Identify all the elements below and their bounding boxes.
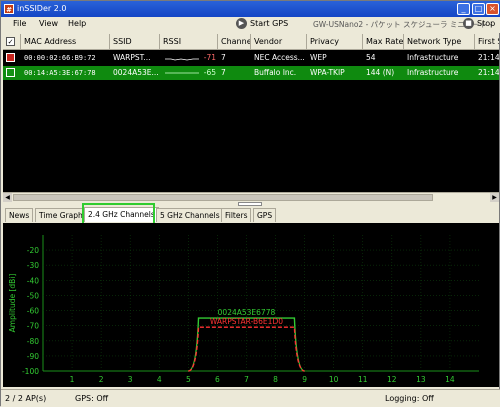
cell-channel: 7	[221, 53, 226, 62]
x-tick-label: 5	[186, 375, 191, 384]
scroll-thumb[interactable]	[13, 194, 433, 201]
channel-chart: -20 -30 -40 -50 -60 -70 -80 -90 -100 1 2 3 4 5 6 7 8 9 10 1…	[3, 223, 499, 387]
cell-mac: 00:00:02:66:B9:72	[24, 54, 96, 62]
rssi-trend-line	[165, 72, 199, 74]
column-header-mac[interactable]: MAC Address	[21, 34, 110, 50]
cell-vendor: Buffalo Inc.	[254, 68, 297, 77]
cell-max-rate: 54	[366, 53, 376, 62]
table-row[interactable]: 00:00:02:66:B9:72 WARPST... -71 7 NEC Ac…	[3, 51, 499, 65]
y-tick-label: -80	[27, 337, 39, 346]
x-tick-label: 14	[445, 375, 455, 384]
column-header-network-type[interactable]: Network Type	[404, 34, 475, 50]
y-tick-label: -30	[27, 261, 39, 270]
y-tick-label: -60	[27, 307, 39, 316]
minimize-button[interactable]: _	[457, 3, 470, 15]
y-tick-label: -90	[27, 352, 39, 361]
menu-view[interactable]: View	[39, 19, 58, 28]
cell-vendor: NEC Access...	[254, 53, 305, 62]
y-tick-label: -40	[27, 276, 39, 285]
network-table: ✓ MAC Address SSID RSSI Channel Vendor P…	[3, 34, 499, 192]
start-gps-button[interactable]: ▶ Start GPS	[236, 18, 288, 29]
x-tick-label: 1	[70, 375, 75, 384]
title-bar: # inSSIDer 2.0 _ □ ×	[1, 1, 500, 17]
x-tick-label: 13	[416, 375, 426, 384]
cell-max-rate: 144 (N)	[366, 68, 395, 77]
stop-button[interactable]: ■ Stop	[463, 18, 495, 29]
status-bar: 2 / 2 AP(s) GPS: Off Logging: Off	[1, 389, 500, 407]
rssi-sparkline	[160, 51, 202, 65]
row-checkbox[interactable]	[6, 53, 15, 62]
x-tick-label: 4	[157, 375, 162, 384]
x-tick-label: 7	[244, 375, 249, 384]
app-window: # inSSIDer 2.0 _ □ × File View Help ▶ St…	[0, 0, 500, 407]
column-header-privacy[interactable]: Privacy	[307, 34, 363, 50]
table-row[interactable]: 00:14:A5:3E:67:78 0024A53E... -65 7 Buff…	[3, 66, 499, 80]
cell-network-type: Infrastructure	[407, 68, 459, 77]
cell-network-type: Infrastructure	[407, 53, 459, 62]
start-gps-label: Start GPS	[250, 19, 289, 28]
y-tick-label: -70	[27, 322, 39, 331]
x-tick-label: 10	[329, 375, 339, 384]
menu-file[interactable]: File	[13, 19, 26, 28]
gps-status: GPS: Off	[75, 394, 109, 403]
window-title: inSSIDer 2.0	[17, 4, 67, 13]
tab-time-graph[interactable]: Time Graph	[35, 208, 87, 222]
stop-icon: ■	[463, 18, 474, 29]
column-header-vendor[interactable]: Vendor	[251, 34, 307, 50]
panel-splitter-handle[interactable]	[238, 202, 262, 206]
x-tick-label: 6	[215, 375, 220, 384]
cell-mac: 00:14:A5:3E:67:78	[24, 69, 96, 77]
cell-first-seen: 21:14:5	[478, 53, 499, 62]
x-tick-label: 12	[387, 375, 397, 384]
column-header-channel[interactable]: Channel	[218, 34, 251, 50]
logging-status: Logging: Off	[385, 394, 434, 403]
x-tick-label: 2	[99, 375, 104, 384]
rssi-sparkline	[160, 66, 202, 80]
cell-channel: 7	[221, 68, 226, 77]
stop-label: Stop	[477, 19, 496, 28]
x-tick-label: 3	[128, 375, 133, 384]
column-header-first-seen[interactable]: First Se	[475, 34, 499, 50]
x-tick-label: 11	[358, 375, 368, 384]
cell-rssi: -71	[203, 53, 216, 62]
app-icon: #	[4, 4, 14, 14]
horizontal-scrollbar[interactable]: ◀ ▶	[3, 192, 499, 202]
y-tick-label: -50	[27, 291, 39, 300]
select-all-checkbox[interactable]: ✓	[6, 37, 15, 46]
cell-first-seen: 21:14:5	[478, 68, 499, 77]
channel-chart-svg: -20-30-40-50-60-70-80-90-1001 2 3 4 5 6 7 8 9 10 1…	[8, 235, 479, 384]
select-all-column[interactable]: ✓	[3, 34, 21, 50]
menu-help[interactable]: Help	[68, 19, 86, 28]
column-header-ssid[interactable]: SSID	[110, 34, 160, 50]
y-tick-label: -100	[22, 367, 39, 376]
column-header-rssi[interactable]: RSSI	[160, 34, 218, 50]
series-label-1: WARPSTAR-B6E1D0	[210, 317, 283, 326]
cell-ssid: WARPST...	[113, 53, 151, 62]
tab-filters[interactable]: Filters	[221, 208, 252, 222]
scroll-left-icon[interactable]: ◀	[3, 193, 12, 202]
tab-5-ghz-channels[interactable]: 5 GHz Channels	[156, 208, 224, 222]
play-icon: ▶	[236, 18, 247, 29]
maximize-button[interactable]: □	[472, 3, 485, 15]
y-tick-label: -20	[27, 246, 39, 255]
series-label-0: 0024A53E6778	[218, 308, 276, 317]
x-tick-label: 9	[302, 375, 307, 384]
tab-news[interactable]: News	[5, 208, 34, 222]
x-tick-label: 8	[273, 375, 278, 384]
row-checkbox[interactable]	[6, 68, 15, 77]
tab-gps[interactable]: GPS	[253, 208, 277, 222]
tab-bar: News Time Graph 2.4 GHz Channels 5 GHz C…	[3, 207, 499, 222]
cell-privacy: WEP	[310, 53, 327, 62]
cell-rssi: -65	[203, 68, 216, 77]
cell-ssid: 0024A53E...	[113, 68, 159, 77]
menu-bar: File View Help ▶ Start GPS GW-USNano2 - …	[1, 17, 500, 33]
y-axis-label: Amplitude [dBi]	[8, 274, 17, 333]
rssi-trend-line	[165, 58, 199, 61]
ap-count: 2 / 2 AP(s)	[5, 394, 47, 403]
close-button[interactable]: ×	[486, 3, 499, 15]
column-header-max-rate[interactable]: Max Rate	[363, 34, 404, 50]
scroll-right-icon[interactable]: ▶	[490, 193, 499, 202]
table-header: ✓ MAC Address SSID RSSI Channel Vendor P…	[3, 34, 499, 50]
cell-privacy: WPA-TKIP	[310, 68, 345, 77]
